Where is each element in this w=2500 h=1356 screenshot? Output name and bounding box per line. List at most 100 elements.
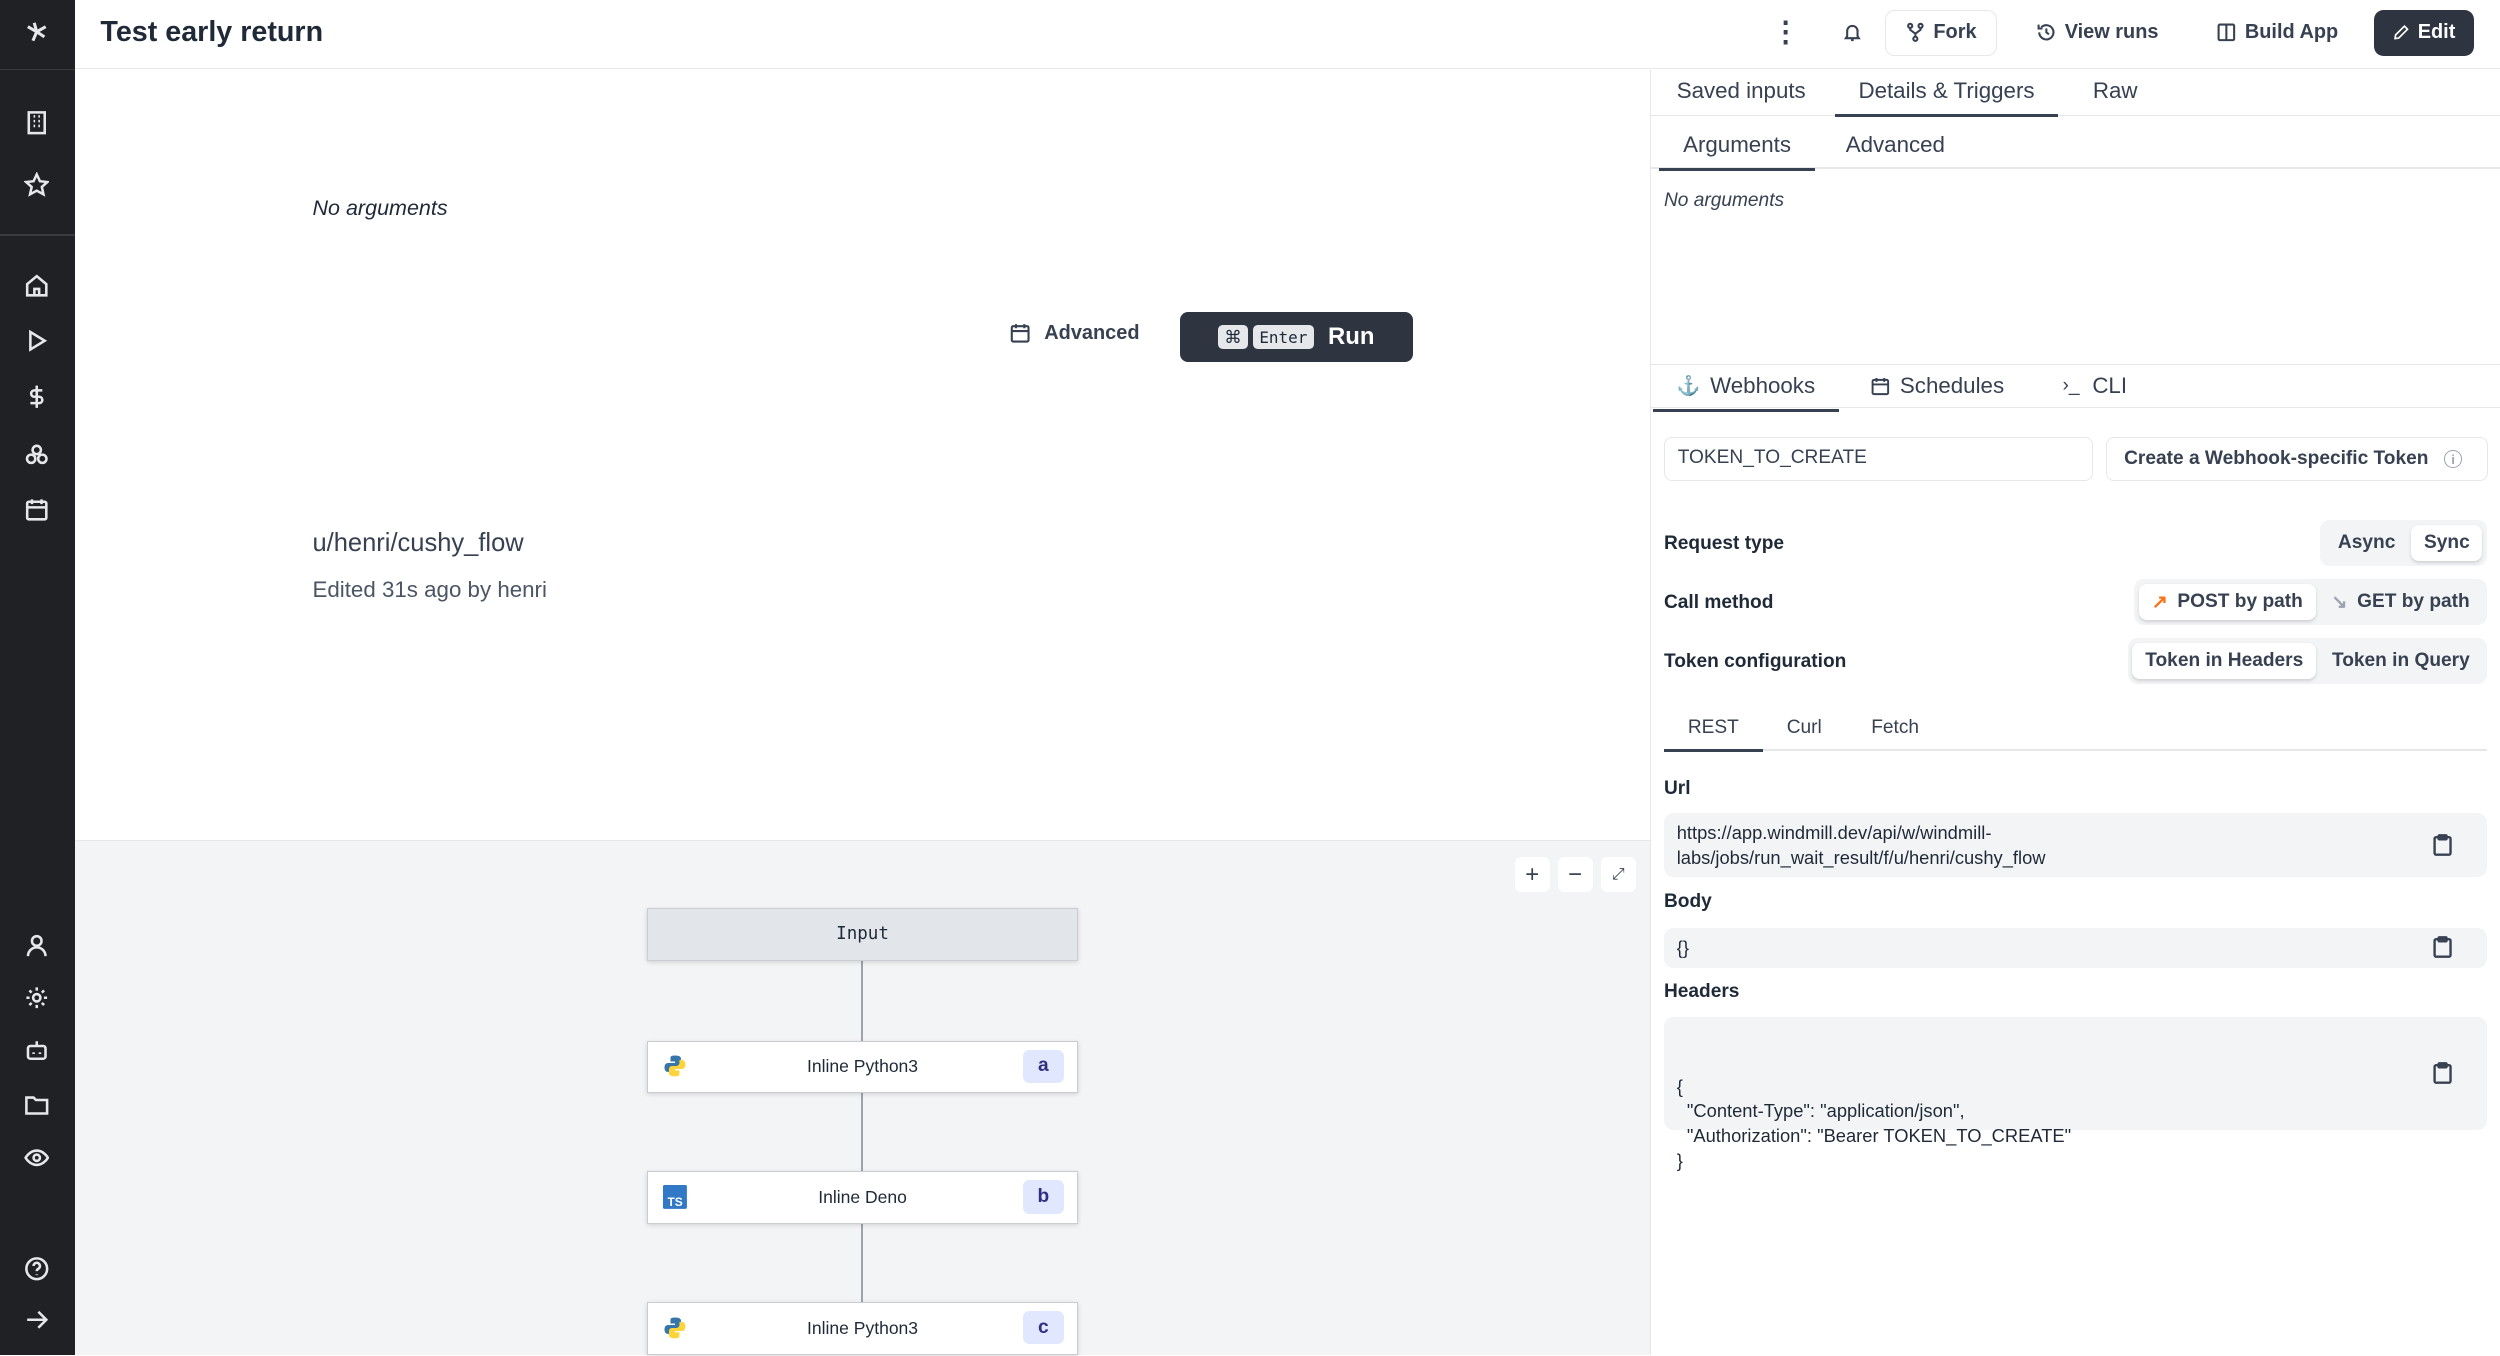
windmill-logo-icon[interactable] (21, 16, 53, 48)
star-icon[interactable] (21, 169, 53, 201)
bot-icon[interactable] (21, 1035, 53, 1067)
page-title: Test early return (100, 15, 324, 48)
clipboard-icon (2433, 833, 2452, 856)
user-icon[interactable] (21, 930, 53, 962)
fit-view-button[interactable]: ⤢ (1600, 857, 1636, 893)
history-icon (2037, 24, 2055, 41)
flow-graph[interactable]: + − ⤢ Input Inline Python3 a TS Inline De… (74, 840, 1651, 1356)
cmd-key: ⌘ (1217, 325, 1249, 350)
gear-icon[interactable] (21, 982, 53, 1014)
advanced-button[interactable]: Advanced (1009, 322, 1140, 345)
flow-step-node[interactable]: Inline Python3 c (647, 1302, 1078, 1355)
async-option[interactable]: Async (2325, 525, 2408, 562)
post-by-path-option[interactable]: ↗ POST by path (2139, 583, 2316, 621)
building-icon[interactable] (21, 107, 53, 139)
home-icon[interactable] (21, 269, 53, 301)
token-in-headers-option[interactable]: Token in Headers (2132, 642, 2316, 680)
arrow-right-icon[interactable] (21, 1304, 53, 1336)
copy-url-button[interactable] (2433, 833, 2452, 856)
flow-step-node[interactable]: TS Inline Deno b (647, 1171, 1078, 1224)
edit-button[interactable]: Edit (2374, 9, 2475, 56)
arrow-up-right-icon: ↗ (2151, 591, 2168, 613)
tab-saved-inputs[interactable]: Saved inputs (1677, 78, 1806, 114)
build-app-button[interactable]: Build App (2197, 10, 2357, 56)
edge (860, 1091, 863, 1172)
minus-icon: − (1568, 860, 1583, 888)
call-method-toggle[interactable]: ↗ POST by path ↘ GET by path (2134, 578, 2488, 625)
arrow-down-right-icon: ↘ (2331, 591, 2348, 613)
eye-icon[interactable] (21, 1142, 53, 1174)
python-icon (664, 1055, 686, 1077)
python-icon (664, 1317, 686, 1339)
tab-raw[interactable]: Raw (2093, 78, 2138, 114)
view-runs-button[interactable]: View runs (2017, 10, 2178, 56)
edge (860, 960, 863, 1041)
fork-icon (1906, 23, 1924, 43)
more-menu-button[interactable]: ⋮ (1752, 10, 1819, 56)
fork-button[interactable]: Fork (1884, 9, 1997, 56)
get-by-path-option[interactable]: ↘ GET by path (2319, 584, 2483, 621)
tab-curl[interactable]: Curl (1787, 717, 1822, 749)
url-label: Url (1663, 778, 1691, 800)
layout-columns-icon (2217, 23, 2236, 42)
typescript-icon: TS (662, 1185, 687, 1209)
tab-cli[interactable]: ›_ CLI (2063, 373, 2128, 409)
step-id-badge: c (1022, 1310, 1065, 1345)
edge (860, 1222, 863, 1302)
tab-webhooks[interactable]: ⚓ Webhooks (1652, 373, 1840, 412)
tab-rest[interactable]: REST (1663, 717, 1763, 753)
request-type-label: Request type (1663, 532, 1785, 554)
play-icon[interactable] (21, 325, 53, 357)
no-arguments-text: No arguments (312, 196, 448, 221)
bell-icon (1843, 25, 1861, 42)
step-id-badge: a (1022, 1049, 1065, 1083)
create-token-button[interactable]: Create a Webhook-specific Token i (2105, 436, 2489, 482)
copy-headers-button[interactable] (2433, 1061, 2452, 1084)
step-id-badge: b (1022, 1180, 1065, 1214)
tab-schedules[interactable]: Schedules (1870, 373, 2004, 409)
plus-icon: + (1525, 860, 1540, 888)
run-label: Run (1328, 323, 1375, 351)
token-in-query-option[interactable]: Token in Query (2319, 643, 2482, 680)
notifications-button[interactable] (1822, 10, 1881, 56)
flow-path: u/henri/cushy_flow (312, 529, 524, 558)
expand-icon: ⤢ (1611, 865, 1625, 883)
enter-key: Enter (1252, 325, 1314, 350)
run-form: No arguments Advanced ⌘ Enter Run u/henr… (74, 70, 1651, 841)
flow-step-node[interactable]: Inline Python3 a (647, 1040, 1078, 1094)
details-panel: Saved inputs Details & Triggers Raw Argu… (1650, 70, 2500, 1356)
copy-body-button[interactable] (2433, 935, 2452, 958)
help-icon[interactable] (21, 1253, 53, 1285)
body-box: {} (1663, 927, 2488, 968)
no-arguments-text: No arguments (1663, 189, 1785, 211)
svg-text:TS: TS (667, 1195, 682, 1209)
folder-icon[interactable] (21, 1089, 53, 1121)
token-input[interactable]: TOKEN_TO_CREATE (1663, 436, 2093, 482)
clipboard-icon (2433, 1061, 2452, 1084)
info-icon: i (2444, 450, 2462, 468)
input-node[interactable]: Input (647, 908, 1078, 961)
boxes-icon[interactable] (21, 438, 53, 470)
zoom-in-button[interactable]: + (1514, 857, 1550, 893)
tab-details-triggers[interactable]: Details & Triggers (1834, 78, 2059, 117)
webhook-icon: ⚓ (1676, 376, 1701, 398)
call-method-label: Call method (1663, 591, 1774, 613)
token-config-label: Token configuration (1663, 650, 1847, 672)
sync-option[interactable]: Sync (2411, 524, 2483, 562)
token-config-toggle[interactable]: Token in Headers Token in Query (2127, 637, 2488, 684)
tab-fetch[interactable]: Fetch (1871, 717, 1919, 749)
tab-advanced[interactable]: Advanced (1846, 132, 1945, 168)
edited-info: Edited 31s ago by henri (312, 577, 547, 603)
headers-label: Headers (1663, 980, 1740, 1002)
run-button[interactable]: ⌘ Enter Run (1179, 312, 1413, 362)
url-box: https://app.windmill.dev/api/w/windmill-… (1663, 813, 2488, 877)
headers-box: { "Content-Type": "application/json", "A… (1663, 1017, 2488, 1171)
dollar-icon[interactable] (21, 381, 53, 413)
calendar-icon[interactable] (21, 494, 53, 526)
request-type-toggle[interactable]: Async Sync (2320, 519, 2488, 566)
tab-arguments[interactable]: Arguments (1659, 132, 1815, 171)
terminal-icon: ›_ (2062, 375, 2080, 397)
calendar-icon (1871, 377, 1889, 395)
zoom-out-button[interactable]: − (1557, 857, 1593, 893)
calendar-icon (1010, 324, 1030, 343)
